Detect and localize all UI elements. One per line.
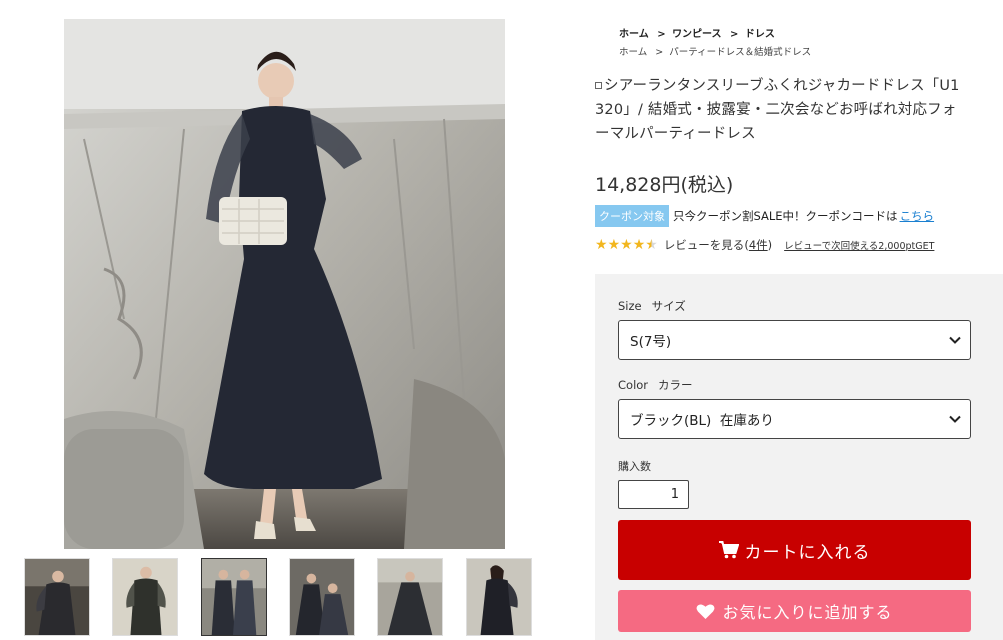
main-product-image[interactable] (64, 19, 505, 549)
purchase-panel: Size サイズ S(7号) Color カラー ブラック(BL) 在庫あり 購入数… (595, 274, 1003, 640)
breadcrumb-item[interactable]: ホーム (619, 29, 649, 40)
product-page: ホーム > ワンピース > ドレス ホーム > パーティードレス＆結婚式ドレス … (0, 0, 1003, 640)
add-to-cart-button[interactable]: カートに入れる (618, 520, 971, 580)
size-select-value: S(7号) (630, 334, 672, 350)
breadcrumb-item[interactable]: パーティードレス＆結婚式ドレス (669, 47, 811, 58)
chevron-down-icon (949, 336, 961, 344)
thumbnail-5[interactable] (377, 558, 443, 636)
product-title-line: 320」/ 結婚式・披露宴・二次会などお呼ばれ対応フォ (595, 102, 957, 118)
breadcrumb-secondary: ホーム > パーティードレス＆結婚式ドレス (619, 44, 811, 58)
title-mark-icon (595, 82, 602, 89)
quantity-input[interactable]: 1 (618, 480, 689, 509)
review-count[interactable]: 4件 (749, 237, 768, 253)
thumbnail-3[interactable] (201, 558, 267, 636)
coupon-link[interactable]: こちら (900, 208, 935, 224)
review-paren: ) (767, 238, 773, 252)
star-icon: ★ (607, 237, 621, 253)
heart-icon (697, 603, 715, 619)
review-row: ★ ★ ★ ★ ★ レビューを見る (4件) レビューで次回使える2,000pt… (595, 236, 934, 254)
color-select[interactable]: ブラック(BL) 在庫あり (618, 399, 971, 439)
quantity-label: 購入数 (618, 460, 651, 473)
thumbnail-4[interactable] (289, 558, 355, 636)
thumbnail-2[interactable] (112, 558, 178, 636)
color-label-ja: カラー (658, 378, 693, 392)
breadcrumb: ホーム > ワンピース > ドレス (619, 25, 775, 40)
size-select[interactable]: S(7号) (618, 320, 971, 360)
size-label-ja: サイズ (651, 299, 686, 313)
coupon-row: クーポン対象 只今クーポン割SALE中！クーポンコードは こちら (595, 205, 935, 227)
add-to-favorites-button[interactable]: お気に入りに追加する (618, 590, 971, 632)
coupon-badge: クーポン対象 (595, 205, 669, 227)
color-label: Color カラー (618, 377, 693, 393)
size-label: Size サイズ (618, 298, 686, 314)
breadcrumb-separator: > (657, 29, 666, 40)
star-icon: ★ (620, 237, 633, 253)
product-title-line: ーマルパーティードレス (595, 126, 756, 142)
star-icon: ★ (595, 237, 608, 253)
breadcrumb-item[interactable]: ワンピース (672, 29, 722, 40)
breadcrumb-separator: > (730, 29, 739, 40)
breadcrumb-separator: > (655, 47, 664, 58)
color-label-en: Color (618, 378, 649, 392)
rating-stars: ★ ★ ★ ★ ★ (595, 238, 658, 252)
thumbnail-strip (24, 558, 544, 636)
add-to-favorites-label: お気に入りに追加する (722, 603, 893, 622)
chevron-down-icon (949, 415, 961, 423)
star-half-icon: ★ (645, 237, 658, 253)
star-icon: ★ (632, 237, 646, 253)
add-to-cart-label: カートに入れる (744, 542, 871, 563)
color-select-value: ブラック(BL) 在庫あり (630, 413, 774, 429)
thumbnail-6[interactable] (466, 558, 532, 636)
product-title-line: シアーランタンスリーブふくれジャカードドレス「U1 (604, 78, 960, 94)
product-title: シアーランタンスリーブふくれジャカードドレス「U1 320」/ 結婚式・披露宴・… (595, 74, 997, 146)
review-link[interactable]: レビューを見る (664, 237, 745, 253)
breadcrumb-item[interactable]: ホーム (619, 47, 647, 58)
thumbnail-1[interactable] (24, 558, 90, 636)
coupon-text: 只今クーポン割SALE中！クーポンコードは (673, 209, 898, 223)
review-points-link[interactable]: レビューで次回使える2,000ptGET (784, 238, 934, 252)
cart-icon (718, 541, 739, 559)
product-price: 14,828円(税込) (595, 174, 734, 196)
breadcrumb-item[interactable]: ドレス (745, 29, 775, 40)
size-label-en: Size (618, 299, 642, 313)
